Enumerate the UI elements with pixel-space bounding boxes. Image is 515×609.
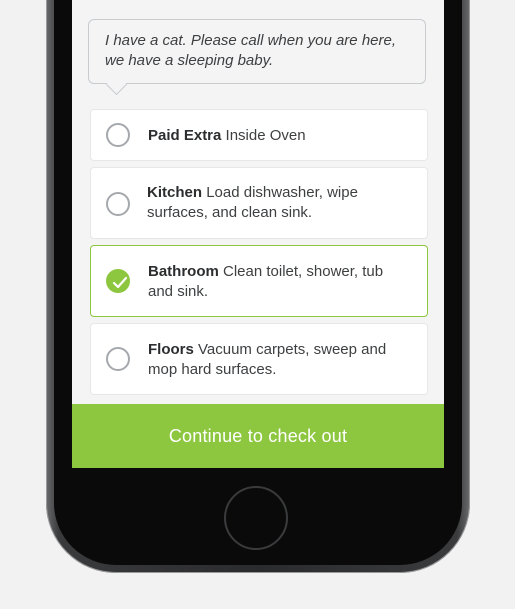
option-label: Kitchen Load dishwasher, wipe surfaces, … [147, 183, 407, 223]
option-paid-extra-inside-oven[interactable]: Paid Extra Inside Oven [90, 109, 428, 161]
option-floors[interactable]: Floors Vacuum carpets, sweep and mop har… [90, 323, 428, 395]
speech-bubble-tail [105, 73, 128, 96]
option-label: Bathroom Clean toilet, shower, tub and s… [148, 262, 407, 302]
option-bathroom[interactable]: Bathroom Clean toilet, shower, tub and s… [90, 245, 428, 317]
continue-to-checkout-button[interactable]: Continue to check out [72, 404, 444, 468]
radio-button[interactable] [106, 347, 130, 371]
option-title: Paid Extra [148, 127, 222, 144]
option-description: Inside Oven [225, 127, 306, 144]
option-label: Floors Vacuum carpets, sweep and mop har… [148, 340, 407, 380]
option-kitchen[interactable]: Kitchen Load dishwasher, wipe surfaces, … [90, 167, 428, 239]
option-title: Floors [148, 341, 194, 358]
app-screen: I have a cat. Please call when you are h… [72, 0, 444, 468]
checkmark-icon [112, 276, 128, 289]
radio-button[interactable] [106, 123, 130, 147]
note-line-2: we have a sleeping baby. [105, 52, 274, 69]
option-title: Kitchen [147, 184, 203, 201]
radio-button-selected[interactable] [106, 269, 130, 293]
special-instructions-note: I have a cat. Please call when you are h… [88, 19, 426, 96]
radio-button[interactable] [106, 192, 130, 216]
option-title: Bathroom [148, 263, 219, 280]
home-button[interactable] [224, 486, 288, 550]
note-line-1: I have a cat. Please call when you are h… [105, 32, 397, 49]
option-label: Paid Extra Inside Oven [148, 126, 407, 146]
